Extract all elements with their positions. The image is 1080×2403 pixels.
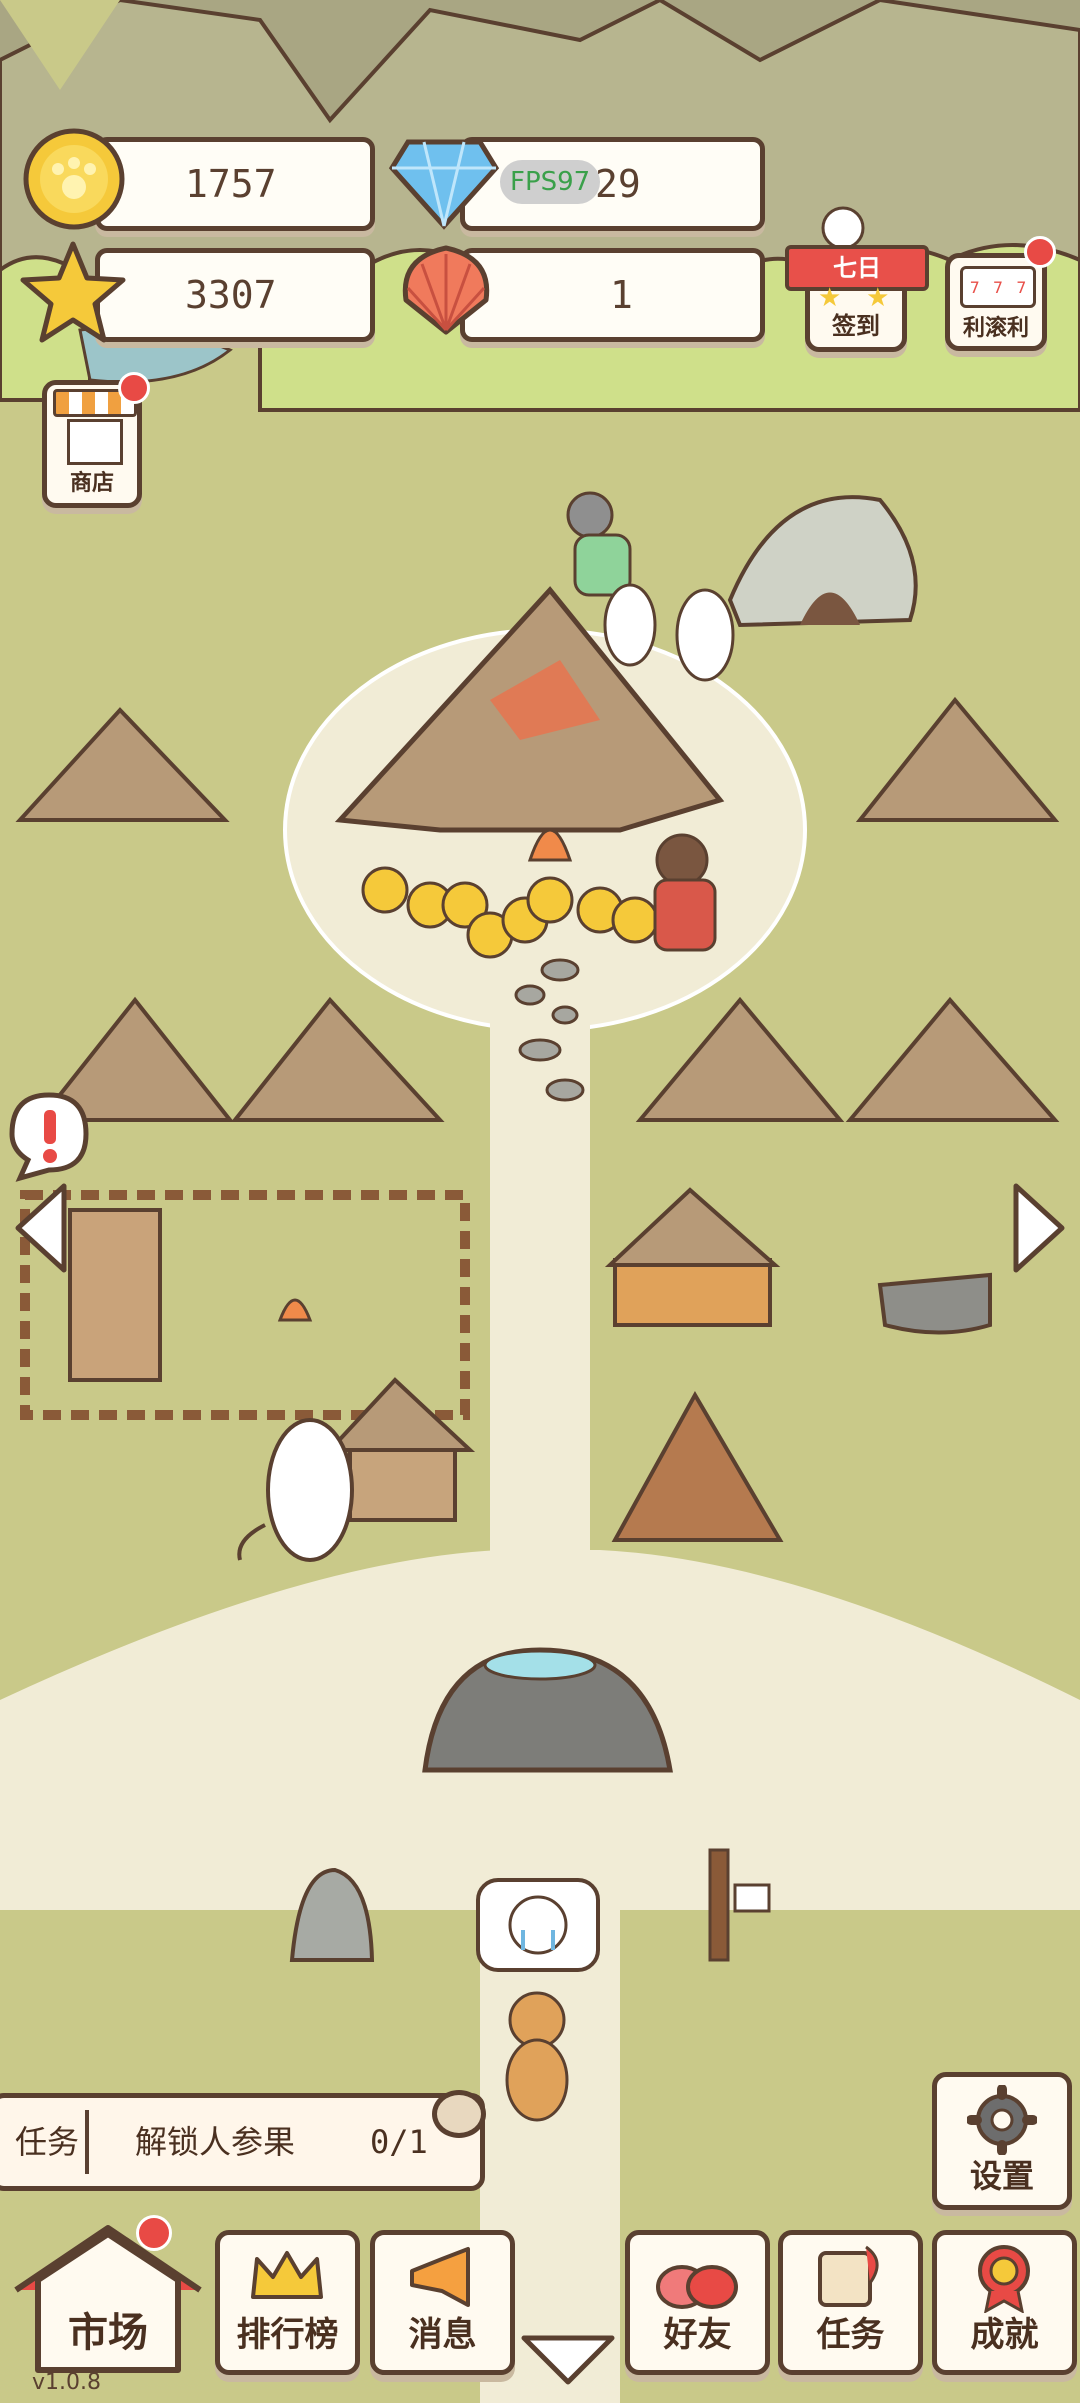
diamond-value: 29 [595,162,641,206]
checkin-banner-text: 七日 [833,254,881,282]
tasks-label: 任务 [816,2315,885,2355]
shop-notification-dot [118,372,150,404]
mouse-mascot [821,206,865,250]
market-notification-dot [136,2215,172,2251]
shop-label: 商店 [69,471,114,496]
stone-basin[interactable] [877,1272,992,1335]
storage-shed[interactable] [613,1258,772,1327]
shell-counter: 1 [460,248,765,342]
gear-icon [967,2085,1037,2155]
fountain-water [483,1649,597,1681]
friends-bunny-icon [656,2265,738,2309]
market-button[interactable]: 市场 [8,2220,208,2380]
alert-bubble-icon[interactable] [8,1090,90,1182]
slots-notification-dot [1024,236,1056,268]
task-text: 解锁人参果 [135,2123,296,2161]
ranking-label: 排行榜 [236,2315,339,2355]
slots-label: 利滚利 [962,316,1029,341]
collapse-arrow-icon[interactable] [518,2330,618,2390]
speech-bubble-crying-cat[interactable] [476,1878,600,1972]
task-progress: 0/1 [370,2123,428,2161]
fps-overlay: FPS97 [500,160,601,204]
ranking-button[interactable]: 排行榜 [215,2230,360,2375]
messages-button[interactable]: 消息 [370,2230,515,2375]
task-prefix: 任务 [15,2123,80,2161]
friends-label: 好友 [663,2315,732,2355]
checkin-stars: ★ ★ [818,283,890,313]
mailbox-post[interactable] [708,1848,730,1962]
game-scene[interactable]: 1757 FPS97 29 3307 1 签到 七日 ★ ★ 777 利滚利 商… [0,0,1080,2403]
task-scroll-curl-icon [432,2090,486,2138]
achievements-button[interactable]: 成就 [932,2230,1077,2375]
achievements-label: 成就 [970,2315,1039,2355]
village-map[interactable] [0,0,1080,2403]
mailbox[interactable] [733,1883,771,1913]
market-label: 市场 [68,2310,148,2356]
shop-door-icon [67,419,123,465]
slot-reels-icon: 777 [960,266,1036,308]
messages-label: 消息 [408,2315,477,2355]
star-value: 3307 [185,273,277,317]
tasks-button[interactable]: 任务 [778,2230,923,2375]
coin-counter: 1757 [95,137,375,231]
scroll-right-arrow-icon[interactable] [1008,1180,1068,1276]
coin-value: 1757 [185,162,277,206]
diamond-counter: FPS97 29 [460,137,765,231]
megaphone-icon [410,2247,470,2307]
task-divider [85,2110,89,2174]
animal-orange-cat[interactable] [505,1991,569,2122]
crown-icon [251,2251,323,2299]
settings-label: 设置 [969,2157,1034,2195]
version-label: v1.0.8 [32,2370,101,2395]
shell-icon [402,245,490,335]
friends-button[interactable]: 好友 [625,2230,770,2375]
animal-boar[interactable] [653,833,717,952]
small-hut-base [348,1448,457,1522]
scroll-quill-icon [818,2245,879,2307]
star-counter: 3307 [95,248,375,342]
drying-rack [68,1208,162,1382]
medal-icon [978,2245,1030,2313]
settings-button[interactable]: 设置 [932,2072,1072,2210]
star-icon [20,241,126,343]
task-tracker[interactable]: 任务 解锁人参果 0/1 [0,2090,486,2191]
scroll-left-arrow-icon[interactable] [12,1180,72,1276]
coin-icon [23,128,125,230]
slot-machine-button[interactable]: 777 利滚利 [945,253,1047,351]
shell-value: 1 [610,273,633,317]
diamond-icon [388,139,500,230]
